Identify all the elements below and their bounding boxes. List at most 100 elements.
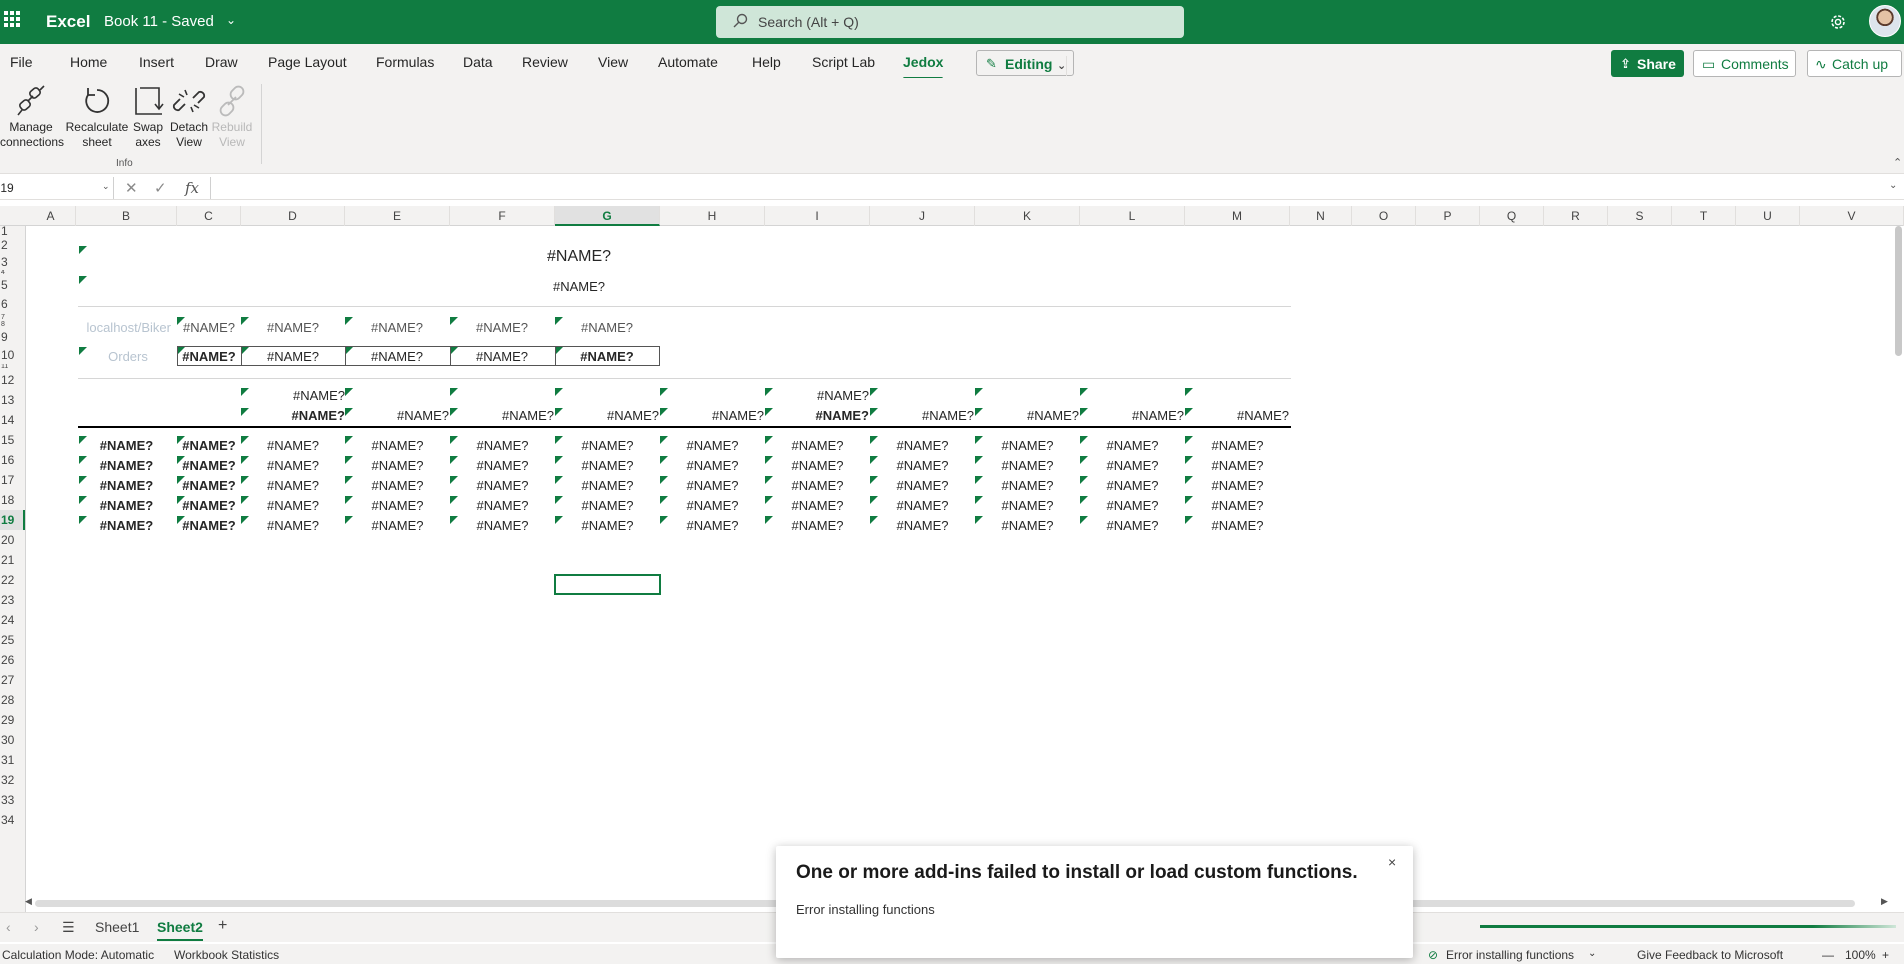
row-header-22[interactable]: 22 bbox=[0, 570, 25, 590]
data-cell[interactable]: #NAME? bbox=[1080, 518, 1185, 533]
data-cell[interactable]: #NAME? bbox=[660, 518, 765, 533]
data-cell[interactable]: #NAME? bbox=[345, 458, 450, 473]
column-header-value-cell[interactable]: #NAME? bbox=[870, 408, 974, 423]
gear-icon[interactable] bbox=[1827, 11, 1849, 33]
row5-value-cell[interactable]: #NAME? bbox=[241, 320, 345, 335]
column-header-a[interactable]: A bbox=[26, 206, 76, 226]
data-cell[interactable]: #NAME? bbox=[660, 458, 765, 473]
tab-data[interactable]: Data bbox=[463, 54, 493, 70]
data-cell[interactable]: #NAME? bbox=[555, 498, 660, 513]
data-cell[interactable]: #NAME? bbox=[241, 478, 345, 493]
tab-automate[interactable]: Automate bbox=[658, 54, 718, 70]
row5-value-cell[interactable]: #NAME? bbox=[555, 320, 659, 335]
data-cell[interactable]: #NAME? bbox=[870, 458, 975, 473]
data-cell[interactable]: #NAME? bbox=[1080, 498, 1185, 513]
data-cell[interactable]: #NAME? bbox=[975, 458, 1080, 473]
row9-header-cell[interactable]: #NAME? bbox=[241, 388, 345, 403]
row-header-34[interactable]: 34 bbox=[0, 810, 25, 830]
tab-script-lab[interactable]: Script Lab bbox=[812, 54, 875, 70]
column-header-h[interactable]: H bbox=[660, 206, 765, 226]
data-cell[interactable]: #NAME? bbox=[870, 438, 975, 453]
connection-label-cell[interactable]: localhost/Biker bbox=[78, 320, 171, 335]
row-header-7[interactable]: 7 bbox=[0, 314, 25, 321]
next-sheet-icon[interactable]: › bbox=[34, 919, 39, 935]
tab-file[interactable]: File bbox=[10, 54, 33, 70]
column-header-v[interactable]: V bbox=[1800, 206, 1904, 226]
row-header-30[interactable]: 30 bbox=[0, 730, 25, 750]
row5-value-cell[interactable]: #NAME? bbox=[177, 320, 241, 335]
tab-review[interactable]: Review bbox=[522, 54, 568, 70]
row9-header-cell[interactable]: #NAME? bbox=[765, 388, 869, 403]
data-cell[interactable]: #NAME? bbox=[555, 518, 660, 533]
name-box[interactable]: G19 ⌄ bbox=[0, 177, 114, 199]
column-header-f[interactable]: F bbox=[450, 206, 555, 226]
column-header-value-cell[interactable]: #NAME? bbox=[1185, 408, 1289, 423]
close-icon[interactable]: × bbox=[1388, 854, 1396, 870]
scroll-left-icon[interactable]: ◀ bbox=[25, 896, 32, 907]
comments-button[interactable]: ▭ Comments bbox=[1693, 50, 1796, 77]
column-header-value-cell[interactable]: #NAME? bbox=[1080, 408, 1184, 423]
row5-value-cell[interactable]: #NAME? bbox=[450, 320, 554, 335]
column-header-c[interactable]: C bbox=[177, 206, 241, 226]
spreadsheet-grid[interactable]: ABCDEFGHIJKLMNOPQRSTUV 1 2 3 4 5 6 7 8 9 10 11 12 13… bbox=[0, 206, 1904, 912]
active-cell-selection[interactable] bbox=[554, 574, 661, 595]
column-header-value-cell[interactable]: #NAME? bbox=[450, 408, 554, 423]
zoom-out-button[interactable]: — bbox=[1822, 948, 1834, 962]
row-header-21[interactable]: 21 bbox=[0, 550, 25, 570]
row-header-25[interactable]: 25 bbox=[0, 630, 25, 650]
data-cell[interactable]: #NAME? bbox=[177, 518, 241, 533]
column-header-t[interactable]: T bbox=[1672, 206, 1736, 226]
share-button[interactable]: ⇪ Share bbox=[1611, 50, 1684, 77]
data-cell[interactable]: #NAME? bbox=[1080, 438, 1185, 453]
data-cell[interactable]: #NAME? bbox=[76, 438, 177, 453]
row-header-26[interactable]: 26 bbox=[0, 650, 25, 670]
formula-input[interactable] bbox=[210, 177, 1890, 199]
data-cell[interactable]: #NAME? bbox=[870, 478, 975, 493]
workbook-statistics[interactable]: Workbook Statistics bbox=[174, 948, 279, 962]
row-header-3[interactable]: 3 bbox=[0, 254, 25, 270]
collapse-ribbon-icon[interactable]: ⌃ bbox=[1893, 156, 1902, 169]
row-header-1[interactable]: 1 bbox=[0, 226, 25, 236]
data-cell[interactable]: #NAME? bbox=[241, 458, 345, 473]
data-cell[interactable]: #NAME? bbox=[450, 478, 555, 493]
data-cell[interactable]: #NAME? bbox=[975, 478, 1080, 493]
data-cell[interactable]: #NAME? bbox=[660, 478, 765, 493]
column-header-e[interactable]: E bbox=[345, 206, 450, 226]
row-header-20[interactable]: 20 bbox=[0, 530, 25, 550]
column-header-u[interactable]: U bbox=[1736, 206, 1800, 226]
row-header-8[interactable]: 8 bbox=[0, 321, 25, 328]
row-header-31[interactable]: 31 bbox=[0, 750, 25, 770]
column-header-value-cell[interactable]: #NAME? bbox=[345, 408, 449, 423]
add-sheet-icon[interactable]: + bbox=[218, 917, 227, 935]
column-header-p[interactable]: P bbox=[1416, 206, 1480, 226]
column-header-q[interactable]: Q bbox=[1480, 206, 1544, 226]
data-cell[interactable]: #NAME? bbox=[1185, 498, 1290, 513]
zoom-level[interactable]: 100% bbox=[1845, 948, 1876, 962]
row-header-15[interactable]: 15 bbox=[0, 430, 25, 450]
row-header-2[interactable]: 2 bbox=[0, 236, 25, 254]
cancel-icon[interactable]: ✕ bbox=[125, 179, 138, 197]
data-cell[interactable]: #NAME? bbox=[345, 478, 450, 493]
column-header-d[interactable]: D bbox=[241, 206, 345, 226]
row-header-33[interactable]: 33 bbox=[0, 790, 25, 810]
row-header-19[interactable]: 19 bbox=[0, 510, 25, 530]
zoom-in-button[interactable]: + bbox=[1882, 948, 1889, 962]
tab-jedox[interactable]: Jedox bbox=[903, 54, 944, 80]
sheet-list-icon[interactable]: ☰ bbox=[62, 919, 75, 936]
data-cell[interactable]: #NAME? bbox=[660, 498, 765, 513]
data-cell[interactable]: #NAME? bbox=[177, 498, 241, 513]
column-header-value-cell[interactable]: #NAME? bbox=[241, 408, 345, 423]
function-icon[interactable]: fx bbox=[185, 179, 199, 197]
data-cell[interactable]: #NAME? bbox=[975, 518, 1080, 533]
data-cell[interactable]: #NAME? bbox=[345, 518, 450, 533]
data-cell[interactable]: #NAME? bbox=[765, 458, 870, 473]
catch-up-button[interactable]: ∿ Catch up bbox=[1807, 50, 1902, 77]
data-cell[interactable]: #NAME? bbox=[1185, 518, 1290, 533]
data-cell[interactable]: #NAME? bbox=[450, 438, 555, 453]
data-cell[interactable]: #NAME? bbox=[1185, 438, 1290, 453]
data-cell[interactable]: #NAME? bbox=[765, 438, 870, 453]
data-cell[interactable]: #NAME? bbox=[76, 458, 177, 473]
editing-mode-button[interactable]: ✎ Editing ⌄ bbox=[976, 50, 1074, 76]
recalculate-sheet-button[interactable]: Recalculate sheet bbox=[64, 84, 130, 150]
column-header-i[interactable]: I bbox=[765, 206, 870, 226]
